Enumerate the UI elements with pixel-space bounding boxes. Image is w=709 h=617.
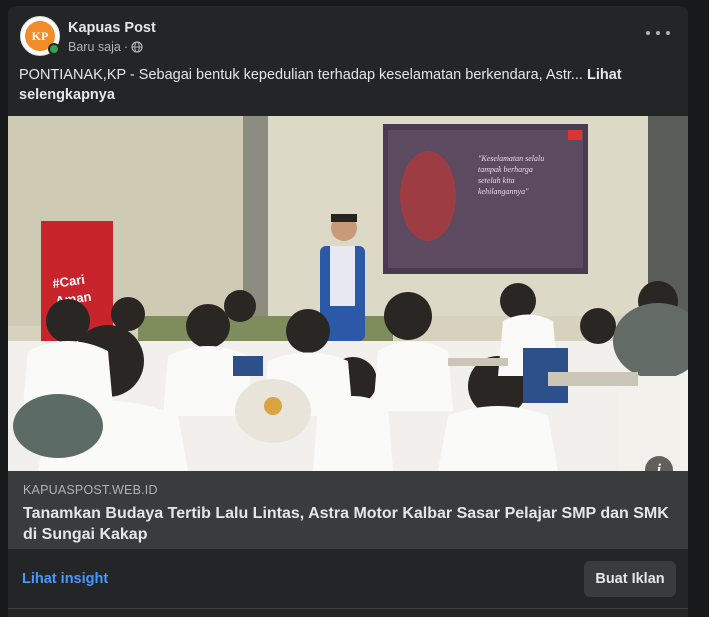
- divider: [8, 608, 688, 609]
- create-ad-button[interactable]: Buat Iklan: [584, 561, 676, 597]
- post-header: KP Kapuas Post Baru saja ·: [20, 16, 156, 56]
- more-icon[interactable]: [646, 26, 670, 40]
- globe-icon[interactable]: [131, 40, 143, 53]
- view-insights-link[interactable]: Lihat insight: [22, 571, 108, 587]
- post-text: PONTIANAK,KP - Sebagai bentuk kepedulian…: [19, 65, 679, 105]
- photo-illustration: "Keselamatan selalu tampak berharga sete…: [8, 116, 688, 471]
- post-photo[interactable]: "Keselamatan selalu tampak berharga sete…: [8, 116, 688, 471]
- link-title[interactable]: Tanamkan Budaya Tertib Lalu Lintas, Astr…: [23, 503, 673, 545]
- post-timestamp[interactable]: Baru saja: [68, 40, 121, 54]
- author-name[interactable]: Kapuas Post: [68, 19, 156, 37]
- author-block: Kapuas Post Baru saja ·: [68, 19, 156, 54]
- more-dot: [666, 31, 670, 35]
- online-status-dot: [48, 43, 60, 55]
- more-dot: [656, 31, 660, 35]
- meta-separator: ·: [123, 39, 128, 54]
- post-card: KP Kapuas Post Baru saja · PONTIANAK,KP …: [8, 6, 688, 617]
- post-body: PONTIANAK,KP - Sebagai bentuk kepedulian…: [19, 67, 587, 83]
- more-dot: [646, 31, 650, 35]
- avatar[interactable]: KP: [20, 16, 60, 56]
- link-domain: KAPUASPOST.WEB.ID: [23, 483, 158, 497]
- link-preview[interactable]: KAPUASPOST.WEB.ID Tanamkan Budaya Tertib…: [8, 471, 688, 549]
- post-meta: Baru saja ·: [68, 40, 156, 54]
